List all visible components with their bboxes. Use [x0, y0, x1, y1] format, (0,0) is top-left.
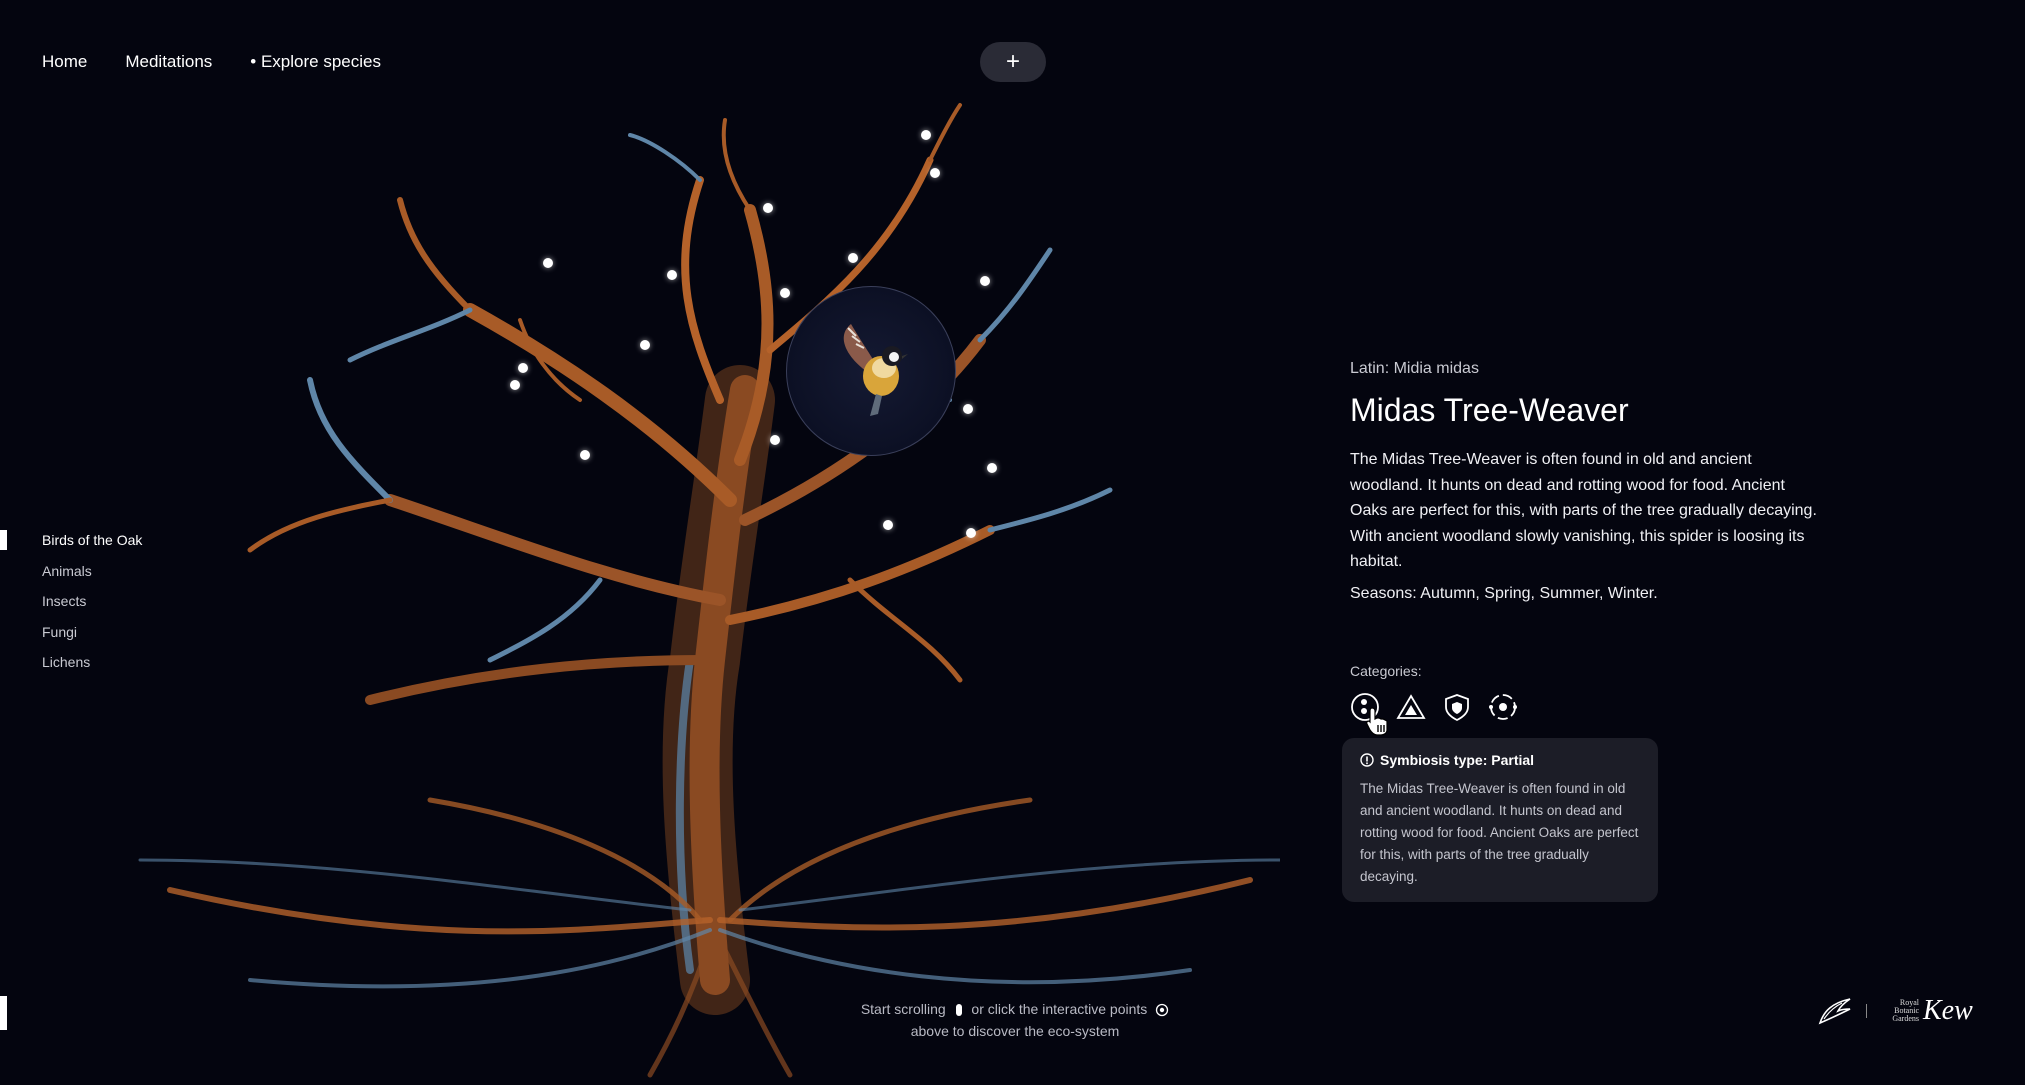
tooltip-header: Symbiosis type: Partial	[1360, 752, 1640, 768]
category-insects[interactable]: Insects	[42, 591, 142, 622]
orbit-icon[interactable]	[1488, 692, 1518, 722]
add-button[interactable]: +	[980, 42, 1046, 82]
tree-scene	[130, 100, 1282, 1080]
kew-logo-wordmark: Kew	[1923, 995, 1973, 1026]
species-description: The Midas Tree-Weaver is often found in …	[1350, 451, 1817, 570]
hotspot[interactable]	[640, 340, 650, 350]
logo-separator	[1866, 1004, 1867, 1018]
scroll-progress-indicator	[0, 996, 7, 1030]
hotspot[interactable]	[848, 253, 858, 263]
scroll-hint: Start scrolling or click the interactive…	[820, 998, 1210, 1042]
category-fungi[interactable]: Fungi	[42, 622, 142, 653]
hotspot[interactable]	[518, 363, 528, 373]
hand-cursor-icon	[1366, 707, 1388, 736]
tooltip-title: Symbiosis type: Partial	[1380, 752, 1535, 768]
species-title: Midas Tree-Weaver	[1350, 392, 1629, 428]
hint-line-2: above to discover the eco-system	[910, 1023, 1120, 1039]
hotspot[interactable]	[543, 258, 553, 268]
symbiosis-tooltip: Symbiosis type: Partial The Midas Tree-W…	[1342, 738, 1658, 902]
category-animals[interactable]: Animals	[42, 561, 142, 592]
nav-meditations[interactable]: Meditations	[125, 52, 212, 72]
target-icon	[1156, 1004, 1169, 1017]
hotspot[interactable]	[780, 288, 790, 298]
species-detail-panel: Latin: Midia midas Midas Tree-Weaver The…	[1350, 360, 1825, 603]
mouse-icon	[955, 1004, 962, 1017]
footer-logos: Royal Botanic Gardens Kew	[1818, 995, 1973, 1027]
category-birds-of-the-oak[interactable]: Birds of the Oak	[42, 530, 142, 561]
hotspot[interactable]	[510, 380, 520, 390]
category-lichens[interactable]: Lichens	[42, 652, 142, 683]
categories-label: Categories:	[1350, 663, 1422, 679]
hotspot[interactable]	[770, 435, 780, 445]
bird-illustration	[843, 324, 908, 416]
kew-logo-subtitle: Royal Botanic Gardens	[1892, 998, 1919, 1023]
selected-species-bird[interactable]	[786, 286, 956, 456]
hotspot[interactable]	[963, 404, 973, 414]
species-latin-name: Latin: Midia midas	[1350, 360, 1479, 377]
nav-explore-species[interactable]: • Explore species	[250, 52, 381, 72]
hotspot[interactable]	[763, 203, 773, 213]
hotspot[interactable]	[987, 463, 997, 473]
tooltip-body: The Midas Tree-Weaver is often found in …	[1360, 781, 1639, 884]
shield-icon[interactable]	[1442, 692, 1472, 722]
info-icon	[1360, 753, 1374, 767]
hotspot[interactable]	[667, 270, 677, 280]
warning-triangle-icon[interactable]	[1396, 692, 1426, 722]
hint-click-points: or click the interactive points	[971, 1001, 1148, 1017]
hotspot[interactable]	[980, 276, 990, 286]
kew-logo[interactable]: Royal Botanic Gardens Kew	[1881, 995, 1973, 1027]
hotspot[interactable]	[930, 168, 940, 178]
hotspot[interactable]	[883, 520, 893, 530]
nav-home[interactable]: Home	[42, 52, 87, 72]
main-nav: Home Meditations • Explore species	[42, 52, 381, 72]
oak-tree-illustration	[138, 103, 1282, 1078]
bird-feather-logo-icon[interactable]	[1818, 997, 1852, 1025]
hint-start-scrolling: Start scrolling	[860, 1001, 946, 1017]
category-list: Birds of the Oak Animals Insects Fungi L…	[42, 530, 142, 683]
active-category-indicator	[0, 530, 7, 550]
hotspot[interactable]	[966, 528, 976, 538]
species-seasons: Seasons: Autumn, Spring, Summer, Winter.	[1350, 584, 1658, 602]
hotspot[interactable]	[921, 130, 931, 140]
hotspot[interactable]	[580, 450, 590, 460]
